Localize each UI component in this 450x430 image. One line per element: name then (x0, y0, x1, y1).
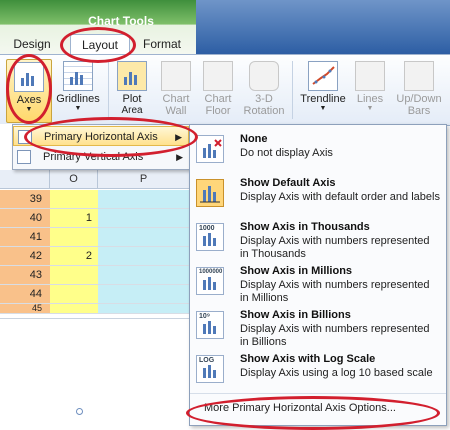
no-axis-icon (196, 135, 224, 163)
chart-floor-label-2: Floor (205, 105, 231, 117)
highlight-circle (186, 396, 440, 430)
table-row: 41 (0, 228, 190, 247)
table-row: 45 (0, 304, 190, 314)
cell-p[interactable] (98, 190, 190, 208)
billions-axis-icon: 10⁹ (196, 311, 224, 339)
cell-o[interactable] (50, 266, 98, 284)
3d-rotation-button[interactable]: 3-D Rotation (240, 59, 288, 121)
option-title: Show Axis in Thousands (240, 221, 370, 233)
cell-o[interactable] (50, 304, 98, 313)
option-axis-log-scale[interactable]: LOG Show Axis with Log Scale Display Axi… (190, 349, 446, 393)
tab-format[interactable]: Format (134, 34, 190, 54)
row-number[interactable]: 42 (0, 247, 50, 265)
table-row: 39 (0, 190, 190, 209)
table-row: 43 (0, 266, 190, 285)
plot-area-button[interactable]: Plot Area (112, 59, 152, 121)
up-down-bars-icon (404, 61, 434, 91)
option-title: Show Default Axis (240, 177, 336, 189)
option-axis-millions[interactable]: 1000000 Show Axis in Millions Display Ax… (190, 261, 446, 305)
up-down-bars-label-2: Bars (407, 105, 431, 117)
cell-p[interactable] (98, 304, 190, 313)
plot-area-label-2: Area (121, 105, 143, 116)
tab-design[interactable]: Design (10, 34, 54, 54)
cell-p[interactable] (98, 247, 190, 265)
divider (0, 318, 190, 319)
option-description: Display Axis using a log 10 based scale (240, 367, 433, 379)
gridlines-button[interactable]: Gridlines ▼ (54, 59, 102, 121)
ribbon: Axes ▼ Gridlines ▼ Plot Area Chart Wall … (0, 54, 450, 126)
thousands-axis-icon: 1000 (196, 223, 224, 251)
cell-o[interactable] (50, 285, 98, 303)
table-row: 44 (0, 285, 190, 304)
option-title: Show Axis with Log Scale (240, 353, 376, 365)
cell-o[interactable]: 1 (50, 209, 98, 227)
cell-p[interactable] (98, 209, 190, 227)
3d-rotation-label-1: 3-D (255, 93, 273, 105)
vertical-axis-icon (17, 150, 31, 164)
up-down-bars-label-1: Up/Down (396, 93, 442, 105)
trendline-label: Trendline (300, 93, 346, 105)
option-show-default-axis[interactable]: Show Default Axis Display Axis with defa… (190, 173, 446, 217)
row-number[interactable]: 40 (0, 209, 50, 227)
option-description: Display Axis with numbers represented in… (240, 279, 430, 304)
option-description: Do not display Axis (240, 147, 333, 159)
millions-axis-icon: 1000000 (196, 267, 224, 295)
chart-wall-button[interactable]: Chart Wall (156, 59, 196, 121)
chart-floor-icon (203, 61, 233, 91)
lines-button[interactable]: Lines ▼ (352, 59, 388, 121)
log-scale-axis-icon: LOG (196, 355, 224, 383)
column-header-p[interactable]: P (98, 170, 190, 189)
highlight-circle (6, 54, 52, 124)
highlight-circle (24, 117, 198, 157)
cell-o[interactable] (50, 228, 98, 246)
option-description: Display Axis with default order and labe… (240, 191, 440, 203)
chart-wall-label-2: Wall (165, 105, 187, 117)
3d-rotation-icon (249, 61, 279, 91)
option-axis-thousands[interactable]: 1000 Show Axis in Thousands Display Axis… (190, 217, 446, 261)
axis-options-menu: None Do not display Axis Show Default Ax… (189, 124, 447, 426)
trendline-icon (308, 61, 338, 91)
option-title: Show Axis in Millions (240, 265, 353, 277)
up-down-bars-button[interactable]: Up/Down Bars (392, 59, 446, 121)
plot-area-label-1: Plot (122, 93, 142, 105)
gridlines-icon (63, 61, 93, 91)
trendline-button[interactable]: Trendline ▼ (296, 59, 350, 121)
3d-rotation-label-2: Rotation (243, 105, 285, 117)
row-number[interactable]: 41 (0, 228, 50, 246)
table-row: 42 2 (0, 247, 190, 266)
lines-label: Lines (356, 93, 384, 105)
option-title: Show Axis in Billions (240, 309, 351, 321)
row-number[interactable]: 39 (0, 190, 50, 208)
gridlines-label: Gridlines (56, 93, 100, 105)
default-axis-icon (196, 179, 224, 207)
lines-icon (355, 61, 385, 91)
option-axis-billions[interactable]: 10⁹ Show Axis in Billions Display Axis w… (190, 305, 446, 349)
option-description: Display Axis with numbers represented in… (240, 323, 430, 348)
highlight-circle (60, 27, 136, 63)
chart-floor-label-1: Chart (204, 93, 232, 105)
row-number[interactable]: 45 (0, 304, 50, 313)
cell-p[interactable] (98, 285, 190, 303)
option-none[interactable]: None Do not display Axis (190, 129, 446, 173)
column-header-o[interactable]: O (50, 170, 98, 189)
chart-wall-label-1: Chart (162, 93, 190, 105)
cell-o[interactable] (50, 190, 98, 208)
option-description: Display Axis with numbers represented in… (240, 235, 430, 260)
chart-tools-title: Chart Tools (88, 14, 154, 28)
cell-p[interactable] (98, 266, 190, 284)
chart-floor-button[interactable]: Chart Floor (198, 59, 238, 121)
cell-p[interactable] (98, 228, 190, 246)
chart-wall-icon (161, 61, 191, 91)
cell-o[interactable]: 2 (50, 247, 98, 265)
plot-area-icon (117, 61, 147, 91)
table-row: 40 1 (0, 209, 190, 228)
ribbon-right-band (196, 0, 450, 54)
row-number[interactable]: 44 (0, 285, 50, 303)
corner-cell (0, 170, 50, 189)
row-number[interactable]: 43 (0, 266, 50, 284)
option-title: None (240, 133, 268, 145)
chart-handle-icon[interactable] (76, 408, 83, 415)
